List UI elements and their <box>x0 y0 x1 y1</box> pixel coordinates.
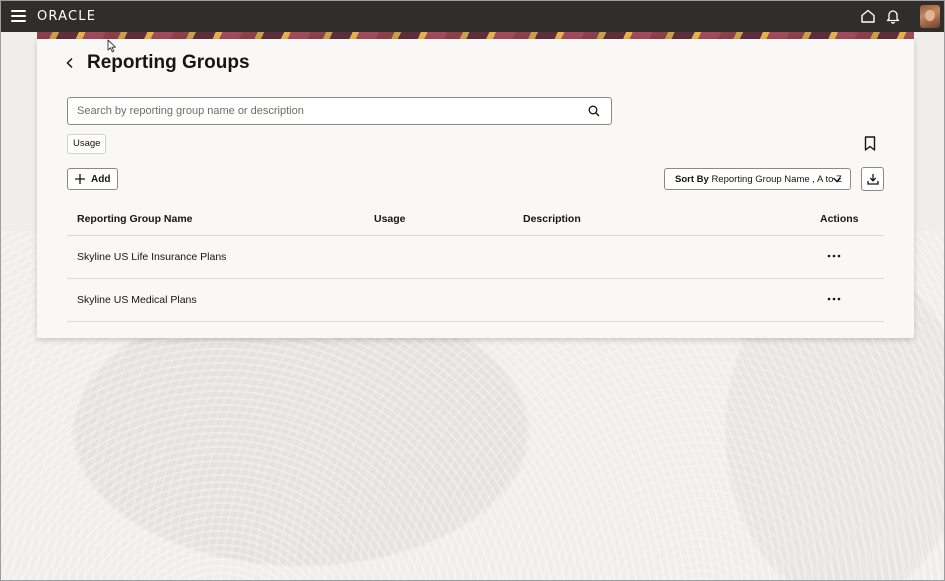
column-header-actions: Actions <box>820 213 859 225</box>
table-header: Reporting Group Name Usage Description A… <box>67 202 884 236</box>
user-avatar[interactable] <box>920 5 940 28</box>
export-button[interactable] <box>861 167 884 191</box>
brand-logo: ORACLE <box>37 9 97 24</box>
home-icon[interactable] <box>860 8 876 24</box>
search-field[interactable] <box>67 97 612 125</box>
sort-value: Reporting Group Name , A to Z <box>711 174 842 185</box>
notifications-icon[interactable] <box>885 8 901 24</box>
chevron-down-icon <box>833 177 841 183</box>
filter-chip-usage[interactable]: Usage <box>67 134 107 154</box>
sort-dropdown[interactable]: Sort By Reporting Group Name , A to Z <box>664 168 851 190</box>
back-arrow-icon[interactable] <box>63 56 77 70</box>
row-name[interactable]: Skyline US Medical Plans <box>77 294 197 306</box>
page-title: Reporting Groups <box>87 52 250 73</box>
add-button[interactable]: Add <box>67 168 118 190</box>
sort-label: Sort By Reporting Group Name , A to Z <box>675 174 842 185</box>
table-row[interactable]: Skyline US Medical Plans <box>67 279 884 322</box>
menu-icon[interactable] <box>11 10 26 22</box>
more-actions-icon[interactable] <box>826 291 842 307</box>
main-card: Reporting Groups Usage Add Sort By Repor… <box>37 39 914 338</box>
add-button-label: Add <box>91 174 111 185</box>
column-header-description[interactable]: Description <box>523 213 581 225</box>
column-header-usage[interactable]: Usage <box>374 213 406 225</box>
column-header-name[interactable]: Reporting Group Name <box>77 213 193 225</box>
row-name[interactable]: Skyline US Life Insurance Plans <box>77 251 226 263</box>
global-header: ORACLE <box>1 1 944 32</box>
plus-icon <box>75 174 85 184</box>
mouse-cursor-icon <box>107 39 116 53</box>
table-row[interactable]: Skyline US Life Insurance Plans <box>67 236 884 279</box>
search-icon[interactable] <box>588 105 600 117</box>
reporting-groups-table: Reporting Group Name Usage Description A… <box>67 202 884 322</box>
app-window: ORACLE Reporting Groups Usage <box>0 0 945 581</box>
download-icon <box>867 174 879 185</box>
search-input[interactable] <box>77 98 577 124</box>
bookmark-icon[interactable] <box>864 136 876 151</box>
more-actions-icon[interactable] <box>826 248 842 264</box>
sort-prefix: Sort By <box>675 174 709 185</box>
